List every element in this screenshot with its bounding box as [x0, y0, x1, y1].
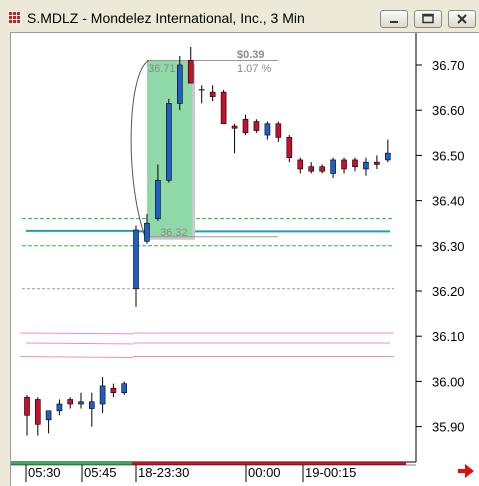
measure-start-price: 36.32 — [160, 227, 188, 239]
price-label: 36.30 — [432, 239, 465, 254]
candle-up — [144, 222, 150, 242]
candle-down — [67, 399, 73, 405]
candle-up — [330, 159, 336, 174]
time-label-0545: 05:45 — [84, 465, 117, 480]
candle-down — [24, 396, 30, 416]
time-label-19-0015: 19-00:15 — [305, 465, 356, 480]
candle-up — [78, 401, 84, 405]
measure-gain-amount: $0.39 — [237, 49, 265, 61]
candle-down — [253, 121, 260, 131]
candle-up — [56, 403, 63, 412]
candle-down — [297, 159, 304, 170]
candle-down — [34, 399, 41, 425]
measure-gain-percent: 1.07 % — [237, 63, 271, 75]
candle-up — [363, 161, 369, 170]
price-label: 36.20 — [432, 284, 465, 299]
time-label-0530: 05:30 — [28, 465, 61, 480]
candle-up — [177, 64, 183, 104]
candle-up — [121, 383, 127, 394]
candle-up — [264, 123, 271, 136]
candle-down — [231, 125, 238, 129]
time-label-18-2330: 18-23:30 — [138, 465, 189, 480]
candle-down — [187, 60, 194, 84]
candle-down — [242, 118, 249, 134]
price-label: 36.60 — [432, 103, 465, 118]
candle-down — [220, 91, 227, 125]
price-label: 36.10 — [432, 329, 465, 344]
price-label: 36.40 — [432, 194, 465, 209]
candlestick-chart[interactable]: $0.39 1.07 % 36.71 36.32 36.70 36.60 36.50 36.… — [0, 0, 479, 486]
candle-down — [319, 166, 325, 172]
time-label-0000: 00:00 — [248, 465, 281, 480]
candle-up — [155, 179, 161, 219]
candle-up — [45, 410, 52, 421]
candle-up — [99, 385, 106, 405]
candle-down — [308, 166, 315, 172]
candle-up — [166, 103, 172, 181]
candle-down — [341, 159, 347, 170]
candle-down — [275, 123, 282, 138]
candle-down — [286, 137, 293, 158]
price-label: 36.50 — [432, 148, 465, 163]
scroll-right-arrow-icon[interactable] — [458, 464, 474, 478]
price-label: 36.70 — [432, 58, 465, 73]
candle-down — [352, 159, 358, 167]
candle-up — [385, 152, 391, 161]
candle-down — [374, 161, 380, 165]
candle-up — [133, 229, 139, 290]
candle-up — [89, 401, 95, 409]
price-label: 35.90 — [432, 420, 465, 435]
candle-down — [209, 91, 216, 97]
measure-end-price: 36.71 — [148, 63, 176, 75]
price-label: 36.00 — [432, 374, 465, 389]
plot-area[interactable] — [11, 33, 416, 462]
candle-down — [110, 387, 117, 393]
